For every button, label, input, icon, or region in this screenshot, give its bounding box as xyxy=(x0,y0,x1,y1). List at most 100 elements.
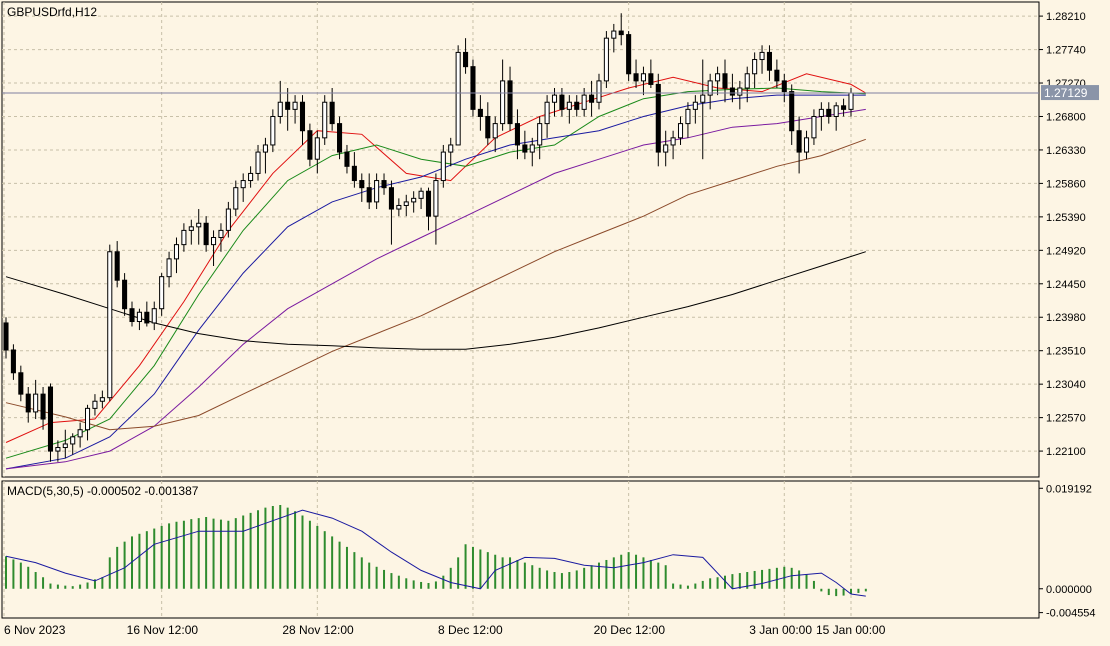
price-tick-label: 1.28210 xyxy=(1046,11,1086,23)
price-tick-label: 1.24450 xyxy=(1046,279,1086,291)
candle-body xyxy=(181,229,187,246)
candle-body xyxy=(848,92,854,110)
price-axis: 1.282101.277401.272701.268001.263301.258… xyxy=(1039,11,1099,458)
price-tick-label: 1.26800 xyxy=(1046,111,1086,123)
candle-body xyxy=(307,130,313,160)
candle-body xyxy=(144,311,150,324)
candle-body xyxy=(737,87,743,96)
candle-body xyxy=(84,407,91,431)
time-tick-label: 8 Dec 12:00 xyxy=(438,623,503,637)
candle-body xyxy=(648,73,654,85)
price-tick-label: 1.23510 xyxy=(1046,346,1086,358)
candle-body xyxy=(403,201,409,206)
candle-body xyxy=(477,108,483,117)
candle-body xyxy=(188,226,194,231)
time-tick-label: 15 Jan 00:00 xyxy=(816,623,886,637)
candle-body xyxy=(18,372,24,395)
candle-body xyxy=(551,94,558,103)
candle-body xyxy=(440,151,446,182)
chart-window[interactable]: 1.28210 1.27740 1.27270 1.26800 1.26330 1.258… xyxy=(0,0,1110,641)
candles[interactable] xyxy=(3,13,854,462)
candle-body xyxy=(759,51,765,61)
macd-histogram xyxy=(5,504,867,597)
candle-body xyxy=(329,101,335,125)
candle-body xyxy=(640,73,646,82)
candle-body xyxy=(344,151,350,167)
candle-body xyxy=(99,397,105,402)
candle-body xyxy=(374,180,380,203)
candle-body xyxy=(114,251,120,281)
candle-body xyxy=(463,51,469,68)
candle-body xyxy=(62,443,68,449)
candle-body xyxy=(574,101,580,110)
candle-body xyxy=(129,308,135,323)
candle-body xyxy=(270,115,276,146)
candle-body xyxy=(218,229,224,239)
candle-body xyxy=(292,101,298,110)
symbol-label: GBPUSDrfd,H12 xyxy=(7,5,97,19)
moving-average-line xyxy=(5,108,866,470)
price-pane-frame xyxy=(1,1,1040,478)
candle-body xyxy=(166,258,172,278)
candle-body xyxy=(240,180,246,189)
candle-body xyxy=(388,187,394,210)
candle-body xyxy=(818,108,824,117)
price-grid xyxy=(2,2,1039,477)
candle-body xyxy=(485,115,491,139)
candle-body xyxy=(151,308,157,324)
candle-body xyxy=(337,123,343,153)
candle-body xyxy=(722,73,728,89)
time-tick-label: 3 Jan 00:00 xyxy=(749,623,812,637)
candle-body xyxy=(522,144,528,153)
current-price-label: 1.27129 xyxy=(1044,86,1088,100)
candle-body xyxy=(500,80,506,125)
time-tick-label: 28 Nov 12:00 xyxy=(282,623,354,637)
candle-body xyxy=(196,222,202,228)
candle-body xyxy=(677,123,684,139)
candle-body xyxy=(70,436,76,445)
candle-body xyxy=(299,101,306,132)
price-tick-label: 1.25390 xyxy=(1046,212,1086,224)
candle-body xyxy=(47,386,54,452)
candle-body xyxy=(811,115,817,139)
candle-body xyxy=(107,251,113,399)
time-tick-label: 20 Dec 12:00 xyxy=(594,623,666,637)
candle-body xyxy=(255,151,261,174)
candle-body xyxy=(826,108,832,117)
candle-body xyxy=(25,393,31,413)
candle-body xyxy=(685,108,691,125)
candle-body xyxy=(40,393,46,420)
candle-body xyxy=(589,94,595,103)
candle-body xyxy=(514,123,520,146)
macd-pane-frame xyxy=(1,480,1040,619)
candle-body xyxy=(433,180,439,217)
candle-body xyxy=(796,130,802,153)
price-tick-label: 1.27740 xyxy=(1046,45,1086,57)
candle-body xyxy=(626,34,632,75)
macd-axis: 0.019192 0.000000 -0.004554 xyxy=(1039,483,1096,620)
candle-body xyxy=(418,190,424,199)
candle-body xyxy=(277,101,283,117)
candle-body xyxy=(211,237,217,246)
chart-svg[interactable]: 1.282101.277401.272701.268001.263301.258… xyxy=(0,0,1110,641)
candle-body xyxy=(33,393,39,413)
moving-average-line xyxy=(5,251,866,350)
candle-body xyxy=(544,101,550,125)
candle-body xyxy=(322,101,328,139)
candle-body xyxy=(225,208,231,231)
time-tick-label: 16 Nov 12:00 xyxy=(127,623,199,637)
candle-body xyxy=(781,80,787,93)
macd-tick-label: -0.004554 xyxy=(1046,608,1096,620)
candle-body xyxy=(789,91,795,132)
candle-body xyxy=(729,87,735,96)
candle-body xyxy=(670,137,676,146)
moving-average-line xyxy=(5,94,866,470)
candle-body xyxy=(529,144,535,153)
candle-body xyxy=(841,105,847,110)
candle-body xyxy=(752,59,758,75)
candle-body xyxy=(655,83,661,153)
price-tick-label: 1.26330 xyxy=(1046,145,1086,157)
candle-body xyxy=(581,94,587,110)
macd-tick-label: 0.000000 xyxy=(1046,584,1092,596)
candle-body xyxy=(396,204,402,210)
